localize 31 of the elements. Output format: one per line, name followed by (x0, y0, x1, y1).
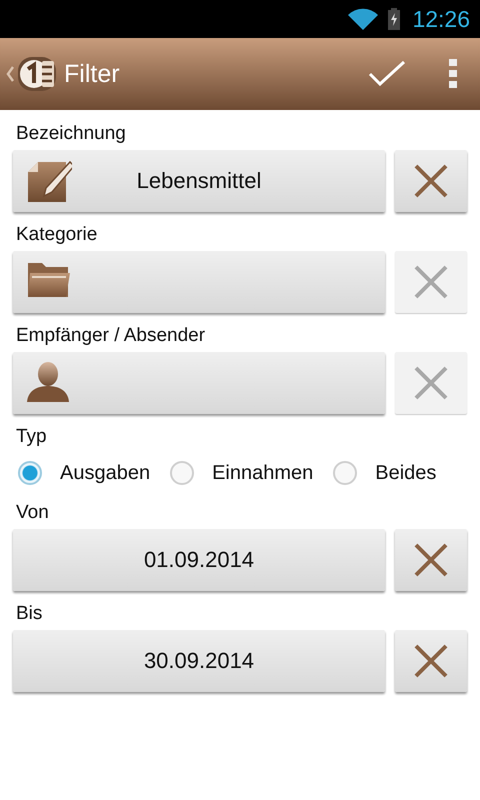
field-label: Von (15, 501, 50, 525)
close-icon (413, 264, 449, 300)
status-time: 12:26 (412, 6, 470, 32)
picker-field[interactable] (13, 251, 385, 313)
radio-option[interactable]: Ausgaben (18, 461, 150, 485)
date-field[interactable]: 30.09.2014 (13, 630, 385, 692)
wifi-icon (348, 8, 378, 30)
picker-field[interactable] (13, 352, 385, 414)
date-field[interactable]: 01.09.2014 (13, 529, 385, 591)
field-label: Empfänger / Absender (15, 324, 206, 348)
close-icon (413, 365, 449, 401)
field-label: Kategorie (15, 223, 98, 247)
overflow-menu-icon[interactable] (448, 59, 458, 89)
field-label: Typ (15, 425, 48, 449)
checkmark-icon[interactable] (368, 60, 406, 88)
field-label: Bezeichnung (15, 122, 127, 146)
clear-button[interactable] (395, 529, 467, 591)
field-label: Bis (15, 602, 44, 626)
radio-option[interactable]: Beides (333, 461, 436, 485)
clear-button[interactable] (395, 150, 467, 212)
clear-button[interactable] (395, 630, 467, 692)
note-pencil-icon (26, 158, 72, 204)
person-icon (26, 360, 70, 404)
battery-icon (388, 8, 400, 30)
screen-title: Filter (64, 60, 120, 88)
picker-field[interactable]: Lebensmittel (13, 150, 385, 212)
radio-option[interactable]: Einnahmen (170, 461, 314, 485)
close-icon (413, 542, 449, 578)
close-icon (413, 163, 449, 199)
back-caret-icon[interactable] (6, 66, 14, 82)
close-icon (413, 643, 449, 679)
